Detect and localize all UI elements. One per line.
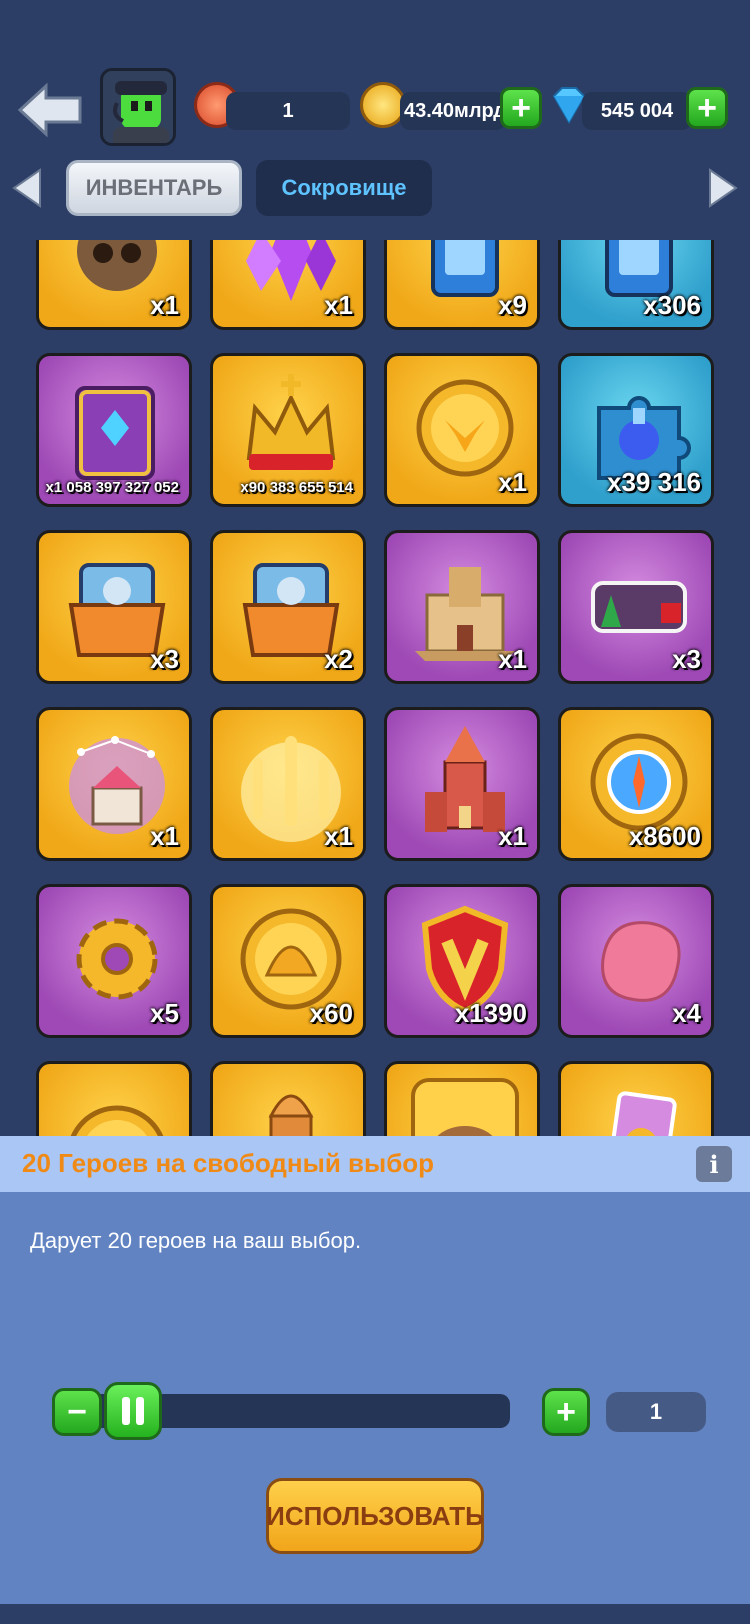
item-count: x1 [150,821,179,851]
inventory-item[interactable]: x3 [558,530,714,684]
inventory-item[interactable] [384,1061,540,1140]
chevron-left-icon[interactable] [12,168,42,208]
item-title: 20 Героев на свободный выбор [22,1148,435,1178]
item-description: Дарует 20 героев на ваш выбор. [30,1228,362,1253]
chevron-right-icon[interactable] [708,168,738,208]
inventory-item[interactable]: x1 [210,240,366,330]
item-count: x3 [672,644,701,674]
inventory-item[interactable]: x1 [384,530,540,684]
tab-treasure[interactable]: Сокровище [256,160,432,216]
decrease-quantity-button[interactable]: − [52,1388,102,1436]
use-button[interactable]: ИСПОЛЬЗОВАТЬ [266,1478,484,1554]
item-count: x1 [498,821,527,851]
tab-inventory-label: ИНВЕНТАРЬ [85,175,223,200]
gold-value: 43.40млрд [404,99,506,122]
bullet-icon [268,1094,314,1140]
capybara-icon [411,1078,519,1140]
inventory-item[interactable]: x60 [210,884,366,1038]
inventory-item[interactable]: x1 [210,707,366,861]
top-bar: 1 43.40млрд + 545 004 + [0,60,750,160]
inventory-item[interactable]: x1390 [384,884,540,1038]
inventory-item[interactable] [36,1061,192,1140]
item-count: x1 [150,290,179,320]
add-gold-button[interactable]: + [500,87,542,129]
item-count: x306 [643,290,701,320]
inventory-item[interactable] [210,1061,366,1140]
spell-book-icon [75,386,155,480]
increase-quantity-button[interactable]: + [542,1388,590,1436]
tab-treasure-label: Сокровище [281,175,407,200]
item-count: x5 [150,998,179,1028]
gems-value: 545 004 [600,99,674,122]
purple-ticket-icon [605,1091,677,1140]
item-detail-header: 20 Героев на свободный выбор i [0,1136,750,1192]
inventory-item[interactable]: x1 [384,707,540,861]
gems-counter: 545 004 [582,92,692,130]
inventory-item[interactable]: x90 383 655 514 [210,353,366,507]
item-detail-panel: Дарует 20 героев на ваш выбор. − + 1 ИСП… [0,1192,750,1604]
inventory-item[interactable]: x8600 [558,707,714,861]
item-count: x9 [498,290,527,320]
item-count: x1 [324,290,353,320]
green-robot-avatar-icon [103,71,173,143]
inventory-item[interactable]: x9 [384,240,540,330]
inventory-item[interactable]: x39 316 [558,353,714,507]
level-counter: 1 [226,92,350,130]
item-count: x1 058 397 327 052 [45,479,179,496]
item-count: x60 [309,998,353,1028]
inventory-item[interactable]: x306 [558,240,714,330]
inventory-item[interactable]: x1 [36,707,192,861]
info-icon[interactable]: i [696,1146,732,1182]
item-count: x1 [498,644,527,674]
inventory-grid: x1 x1 x9 x306 x1 058 397 327 052 x90 383 655 … [0,240,750,1140]
inventory-item[interactable]: x1 [384,353,540,507]
item-count: x1390 [454,998,527,1028]
item-count: x3 [150,644,179,674]
inventory-item[interactable]: x5 [36,884,192,1038]
bottom-strip [0,1604,750,1624]
crown-icon [246,374,336,470]
item-count: x39 316 [607,467,701,497]
inventory-item[interactable] [558,1061,714,1140]
tab-inventory[interactable]: ИНВЕНТАРЬ [66,160,242,216]
quantity-value: 1 [606,1392,706,1432]
inventory-item[interactable]: x3 [36,530,192,684]
item-count: x4 [672,998,701,1028]
item-count: x8600 [628,821,701,851]
item-count: x1 [324,821,353,851]
avatar[interactable] [100,68,176,146]
back-arrow-icon[interactable] [16,80,84,140]
item-count: x2 [324,644,353,674]
item-count: x90 383 655 514 [240,479,353,496]
gold-counter: 43.40млрд [400,92,506,130]
item-count: x1 [498,467,527,497]
inventory-item[interactable]: x1 [36,240,192,330]
tab-bar: ИНВЕНТАРЬ Сокровище [0,156,750,222]
add-gems-button[interactable]: + [686,87,728,129]
inventory-item[interactable]: x1 058 397 327 052 [36,353,192,507]
inventory-item[interactable]: x2 [210,530,366,684]
use-button-label: ИСПОЛЬЗОВАТЬ [266,1500,484,1531]
gold-token-icon [69,1105,165,1140]
inventory-item[interactable]: x4 [558,884,714,1038]
level-value: 1 [282,99,294,122]
quantity-slider-thumb[interactable] [104,1382,162,1440]
